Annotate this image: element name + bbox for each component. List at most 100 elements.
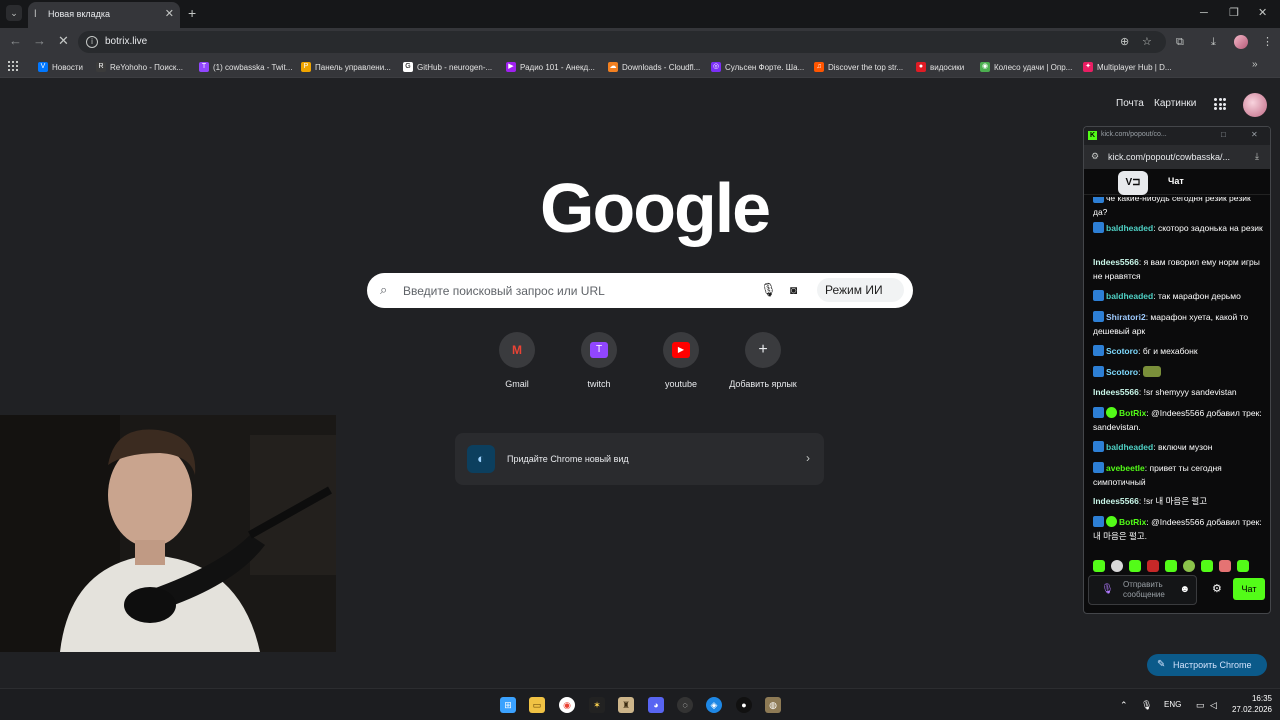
site-info-icon[interactable]: i xyxy=(86,36,98,48)
stop-loading-icon[interactable]: ✕ xyxy=(58,34,69,48)
language-indicator[interactable]: ENG xyxy=(1164,699,1181,711)
obs-icon[interactable]: ● xyxy=(736,697,752,713)
sub-badge-icon xyxy=(1093,345,1104,356)
bookmarks-bar: V Новости R ReYohoho - Поиск... T (1) cowba… xyxy=(0,56,1280,78)
site-settings-icon[interactable]: ⚙ xyxy=(1091,151,1099,162)
volume-icon[interactable]: ◁ xyxy=(1210,699,1217,711)
minimize-icon[interactable]: ─ xyxy=(1200,6,1208,20)
lens-icon[interactable]: ◙ xyxy=(790,282,797,298)
network-icon[interactable]: ▭ xyxy=(1196,699,1205,711)
google-account-avatar[interactable] xyxy=(1243,93,1267,117)
app-icon[interactable]: ♜ xyxy=(618,697,634,713)
microphone-icon[interactable]: 🎙 xyxy=(1101,584,1114,595)
emote-icon[interactable] xyxy=(1111,560,1123,572)
shortcut-gmail[interactable]: M Gmail xyxy=(482,332,552,389)
emote-icon[interactable] xyxy=(1237,560,1249,572)
bookmark-item[interactable]: ▶ Радио 101 - Анекд... xyxy=(506,60,595,74)
search-box[interactable]: ⌕ Введите поисковый запрос или URL 🎙 ◙ Р… xyxy=(367,273,913,308)
chat-tab[interactable]: Чат xyxy=(1168,176,1184,186)
shortcut-twitch[interactable]: T twitch xyxy=(564,332,634,389)
twitch-icon: T xyxy=(199,62,209,72)
bookmark-item[interactable]: ● видосики xyxy=(916,60,964,74)
popup-maximize-icon[interactable]: □ xyxy=(1221,130,1226,139)
botrix-logo[interactable]: V⊐ xyxy=(1118,171,1148,195)
shortcut-youtube[interactable]: ▶ youtube xyxy=(646,332,716,389)
profile-avatar[interactable] xyxy=(1234,35,1248,49)
chrome-icon[interactable]: ◉ xyxy=(559,697,575,713)
tab-new-tab[interactable]: ǀ Новая вкладка ✕ xyxy=(28,2,180,28)
bookmark-item[interactable]: P Панель управлени... xyxy=(301,60,391,74)
images-link[interactable]: Картинки xyxy=(1154,98,1196,109)
bookmark-item[interactable]: R ReYohoho - Поиск... xyxy=(96,60,183,74)
chat-message: Scotoro: бг и мехабонк xyxy=(1093,344,1263,358)
emote-icon[interactable] xyxy=(1219,560,1231,572)
emote-icon[interactable] xyxy=(1183,560,1195,572)
new-tab-button[interactable]: + xyxy=(188,5,196,21)
emote-icon[interactable] xyxy=(1147,560,1159,572)
apps-icon[interactable] xyxy=(8,61,18,71)
bookmark-item[interactable]: ◉ Колесо удачи | Опр... xyxy=(980,60,1072,74)
tab-close-icon[interactable]: ✕ xyxy=(165,8,174,20)
microphone-icon[interactable]: 🎙 xyxy=(1141,699,1152,711)
emote-icon[interactable] xyxy=(1201,560,1213,572)
address-bar[interactable]: i botrix.live ⊕ ☆ xyxy=(78,31,1166,53)
app-icon[interactable]: ✶ xyxy=(589,697,605,713)
file-explorer-icon[interactable]: ▭ xyxy=(529,697,545,713)
bookmark-item[interactable]: ✦ Multiplayer Hub | D... xyxy=(1083,60,1172,74)
emote-icon[interactable] xyxy=(1165,560,1177,572)
sub-badge-icon xyxy=(1093,197,1104,203)
chat-message: BotRix: @Indees5566 добавил трек: 내 마음은 … xyxy=(1093,516,1262,541)
new-tab-icon: ǀ xyxy=(34,9,37,20)
google-apps-icon[interactable] xyxy=(1214,98,1226,110)
gmail-link[interactable]: Почта xyxy=(1116,98,1144,109)
shortcut-add[interactable]: + Добавить ярлык xyxy=(728,332,798,389)
discord-icon[interactable]: ◕ xyxy=(648,697,664,713)
promo-text: Придайте Chrome новый вид xyxy=(507,454,629,464)
plus-icon: + xyxy=(758,341,768,358)
kick-icon: K xyxy=(1088,131,1097,140)
chat-message: Indees5566: !sr 내 마음은 펄고 xyxy=(1093,496,1208,506)
app-icon[interactable]: ◈ xyxy=(706,697,722,713)
extensions-icon[interactable]: ⧉ xyxy=(1176,35,1184,49)
verified-badge-icon xyxy=(1106,516,1117,527)
bookmark-item[interactable]: T (1) cowbasska - Twit... xyxy=(199,60,292,74)
chat-list[interactable]: че какие-нибудь сегодня резик резик да? … xyxy=(1084,197,1270,552)
ai-mode-button[interactable]: Режим ИИ xyxy=(817,278,904,302)
tab-search-button[interactable]: ⌄ xyxy=(6,5,22,21)
videos-icon: ● xyxy=(916,62,926,72)
clock[interactable]: 16:35 27.02.2026 xyxy=(1226,693,1272,715)
menu-kebab-icon[interactable]: ⋮ xyxy=(1262,35,1273,49)
shortcut-label: youtube xyxy=(664,379,698,389)
app-icon[interactable]: ◍ xyxy=(765,697,781,713)
forward-icon[interactable]: → xyxy=(33,34,46,48)
bookmark-item[interactable]: ◎ Сульсен Форте. Ша... xyxy=(711,60,804,74)
bookmark-item[interactable]: V Новости xyxy=(38,60,83,74)
customize-promo-card[interactable]: ◐ Придайте Chrome новый вид › xyxy=(455,433,824,485)
search-input[interactable]: Введите поисковый запрос или URL xyxy=(403,284,605,298)
chat-send-button[interactable]: Чат xyxy=(1233,578,1265,600)
download-icon[interactable]: ⤓ xyxy=(1255,151,1259,162)
shortcut-label: Добавить ярлык xyxy=(729,379,797,389)
bookmark-item[interactable]: ♫ Discover the top str... xyxy=(814,60,903,74)
more-bookmarks-icon[interactable]: » xyxy=(1252,59,1258,70)
tray-chevron-icon[interactable]: ⌃ xyxy=(1120,699,1128,711)
address-bar-url[interactable]: botrix.live xyxy=(105,36,147,47)
maximize-icon[interactable]: ❐ xyxy=(1229,6,1239,20)
microphone-icon[interactable]: 🎙 xyxy=(760,282,777,298)
back-icon[interactable]: ← xyxy=(9,34,22,48)
start-icon[interactable]: ⊞ xyxy=(500,697,516,713)
emote-icon[interactable] xyxy=(1129,560,1141,572)
chat-message-input[interactable]: 🎙 Отправить сообщение ☻ xyxy=(1088,575,1197,605)
close-window-icon[interactable]: ✕ xyxy=(1258,6,1267,20)
bookmark-item[interactable]: G GitHub - neurogen-... xyxy=(403,60,492,74)
bookmark-item[interactable]: ☁ Downloads - Cloudfl... xyxy=(608,60,700,74)
app-icon[interactable]: ◌ xyxy=(677,697,693,713)
popup-close-icon[interactable]: ✕ xyxy=(1251,130,1258,139)
customize-chrome-button[interactable]: ✎ Настроить Chrome xyxy=(1147,654,1267,676)
emote-icon[interactable] xyxy=(1093,560,1105,572)
downloads-icon[interactable]: ⤓ xyxy=(1211,35,1216,49)
emoji-icon[interactable]: ☻ xyxy=(1179,584,1190,595)
chat-settings-icon[interactable]: ⚙ xyxy=(1212,582,1222,595)
zoom-icon[interactable]: ⊕ xyxy=(1120,35,1129,49)
bookmark-star-icon[interactable]: ☆ xyxy=(1142,35,1152,49)
